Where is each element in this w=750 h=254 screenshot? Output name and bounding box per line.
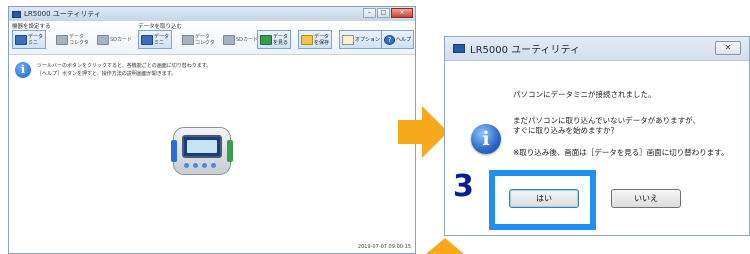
data-collector-icon [56,34,68,45]
toolbar-button-label: データ コレクタ [195,33,215,46]
info-line-2: ［ヘルプ］ボタンを押すと、操作方法の説明画面が開きます。 [37,71,177,77]
view-data-icon [260,34,272,45]
dialog-body: i パソコンにデータミニが接続されました。 まだパソコンに取り込んでいないデータ… [445,62,749,237]
status-timestamp: 2019-07-07 09:00:15 [357,244,411,250]
save-data-icon [301,34,313,45]
dialog-close-button[interactable]: ✕ [715,41,741,55]
options-icon [342,34,354,45]
toolbar-group-label-settings: 機器を設定する [12,24,51,30]
arrow-up-icon [426,238,464,254]
no-button[interactable]: いいえ [611,189,681,208]
data-mini-device-image [171,127,233,175]
device-screen [182,135,222,158]
close-button[interactable]: ✕ [391,8,413,18]
toolbar-button-label: SDカード [236,36,259,43]
step-number-label: 3 [453,169,474,204]
toolbar-button-setting-sd-card[interactable]: SDカード [94,30,135,49]
device-side-green [227,140,233,162]
arrow-right-icon [398,106,448,158]
toolbar-button-view-data[interactable]: データ を見る [257,30,292,49]
dialog-titlebar: LR5000 ユーティリティ ✕ [445,37,749,61]
toolbar-group-label-import: データを取り込む [138,24,183,30]
toolbar-button-label: データ ミニ [154,33,170,46]
info-icon: i [471,124,501,154]
dialog-message-line-2: まだパソコンに取り込んでいないデータがありますが、 [513,116,700,125]
dialog-title: LR5000 ユーティリティ [470,45,580,56]
import-confirm-dialog: LR5000 ユーティリティ ✕ i パソコンにデータミニが接続されました。 ま… [444,36,750,236]
toolbar-button-label: ヘルプ [396,36,412,43]
maximize-button[interactable]: □ [377,8,390,18]
sd-card-icon [97,34,109,45]
main-app-window: LR5000 ユーティリティ – □ ✕ 機器を設定する データを取り込む デー… [8,6,416,254]
toolbar-button-setting-data-mini[interactable]: データ ミニ [12,30,47,49]
dialog-message-line-3: すぐに取り込みを始めますか？ [513,126,618,135]
toolbar: 機器を設定する データを取り込む データ ミニ データ コレクタ SDカード デ… [9,21,415,55]
info-icon: i [15,62,31,78]
toolbar-button-import-data-collector[interactable]: データ コレクタ [179,30,218,49]
toolbar-button-import-sd-card[interactable]: SDカード [220,30,261,49]
toolbar-button-label: データ ミニ [28,33,44,46]
info-message: i ツールバーのボタンをクリックすると、各機能ごとの画面に切り替わります。 ［ヘ… [15,62,211,78]
toolbar-button-setting-data-collector[interactable]: データ コレクタ [53,30,92,49]
toolbar-button-label: SDカード [110,36,133,43]
window-controls: – □ ✕ [363,8,413,18]
toolbar-button-import-data-mini[interactable]: データ ミニ [138,30,173,49]
device-buttons [184,163,216,168]
toolbar-button-help[interactable]: ? ヘルプ [381,30,415,49]
toolbar-button-label: データ コレクタ [69,33,89,46]
toolbar-button-label: データ を見る [273,33,289,46]
info-text: ツールバーのボタンをクリックすると、各機能ごとの画面に切り替わります。 ［ヘルプ… [37,62,211,78]
toolbar-button-save-data[interactable]: データ を保存 [298,30,333,49]
toolbar-button-options[interactable]: オプション [339,30,384,49]
dialog-message-line-1: パソコンにデータミニが接続されました。 [513,90,656,99]
data-mini-icon [141,34,153,45]
data-collector-icon [182,34,194,45]
app-logo-icon [453,44,465,53]
dialog-message-line-4: ※取り込み後、画面は［データを見る］画面に切り替わります。 [513,148,729,157]
toolbar-button-label: データ を保存 [314,33,330,46]
sd-card-icon [223,34,235,45]
app-title: LR5000 ユーティリティ [24,10,101,18]
minimize-button[interactable]: – [363,8,376,18]
info-line-1: ツールバーのボタンをクリックすると、各機能ごとの画面に切り替わります。 [37,63,212,69]
device-side-blue [171,140,177,162]
toolbar-button-label: オプション [355,36,381,43]
help-icon: ? [384,34,395,45]
data-mini-icon [15,34,27,45]
app-titlebar: LR5000 ユーティリティ – □ ✕ [9,7,415,21]
yes-button[interactable]: はい [509,189,579,208]
app-logo-icon [12,10,21,18]
